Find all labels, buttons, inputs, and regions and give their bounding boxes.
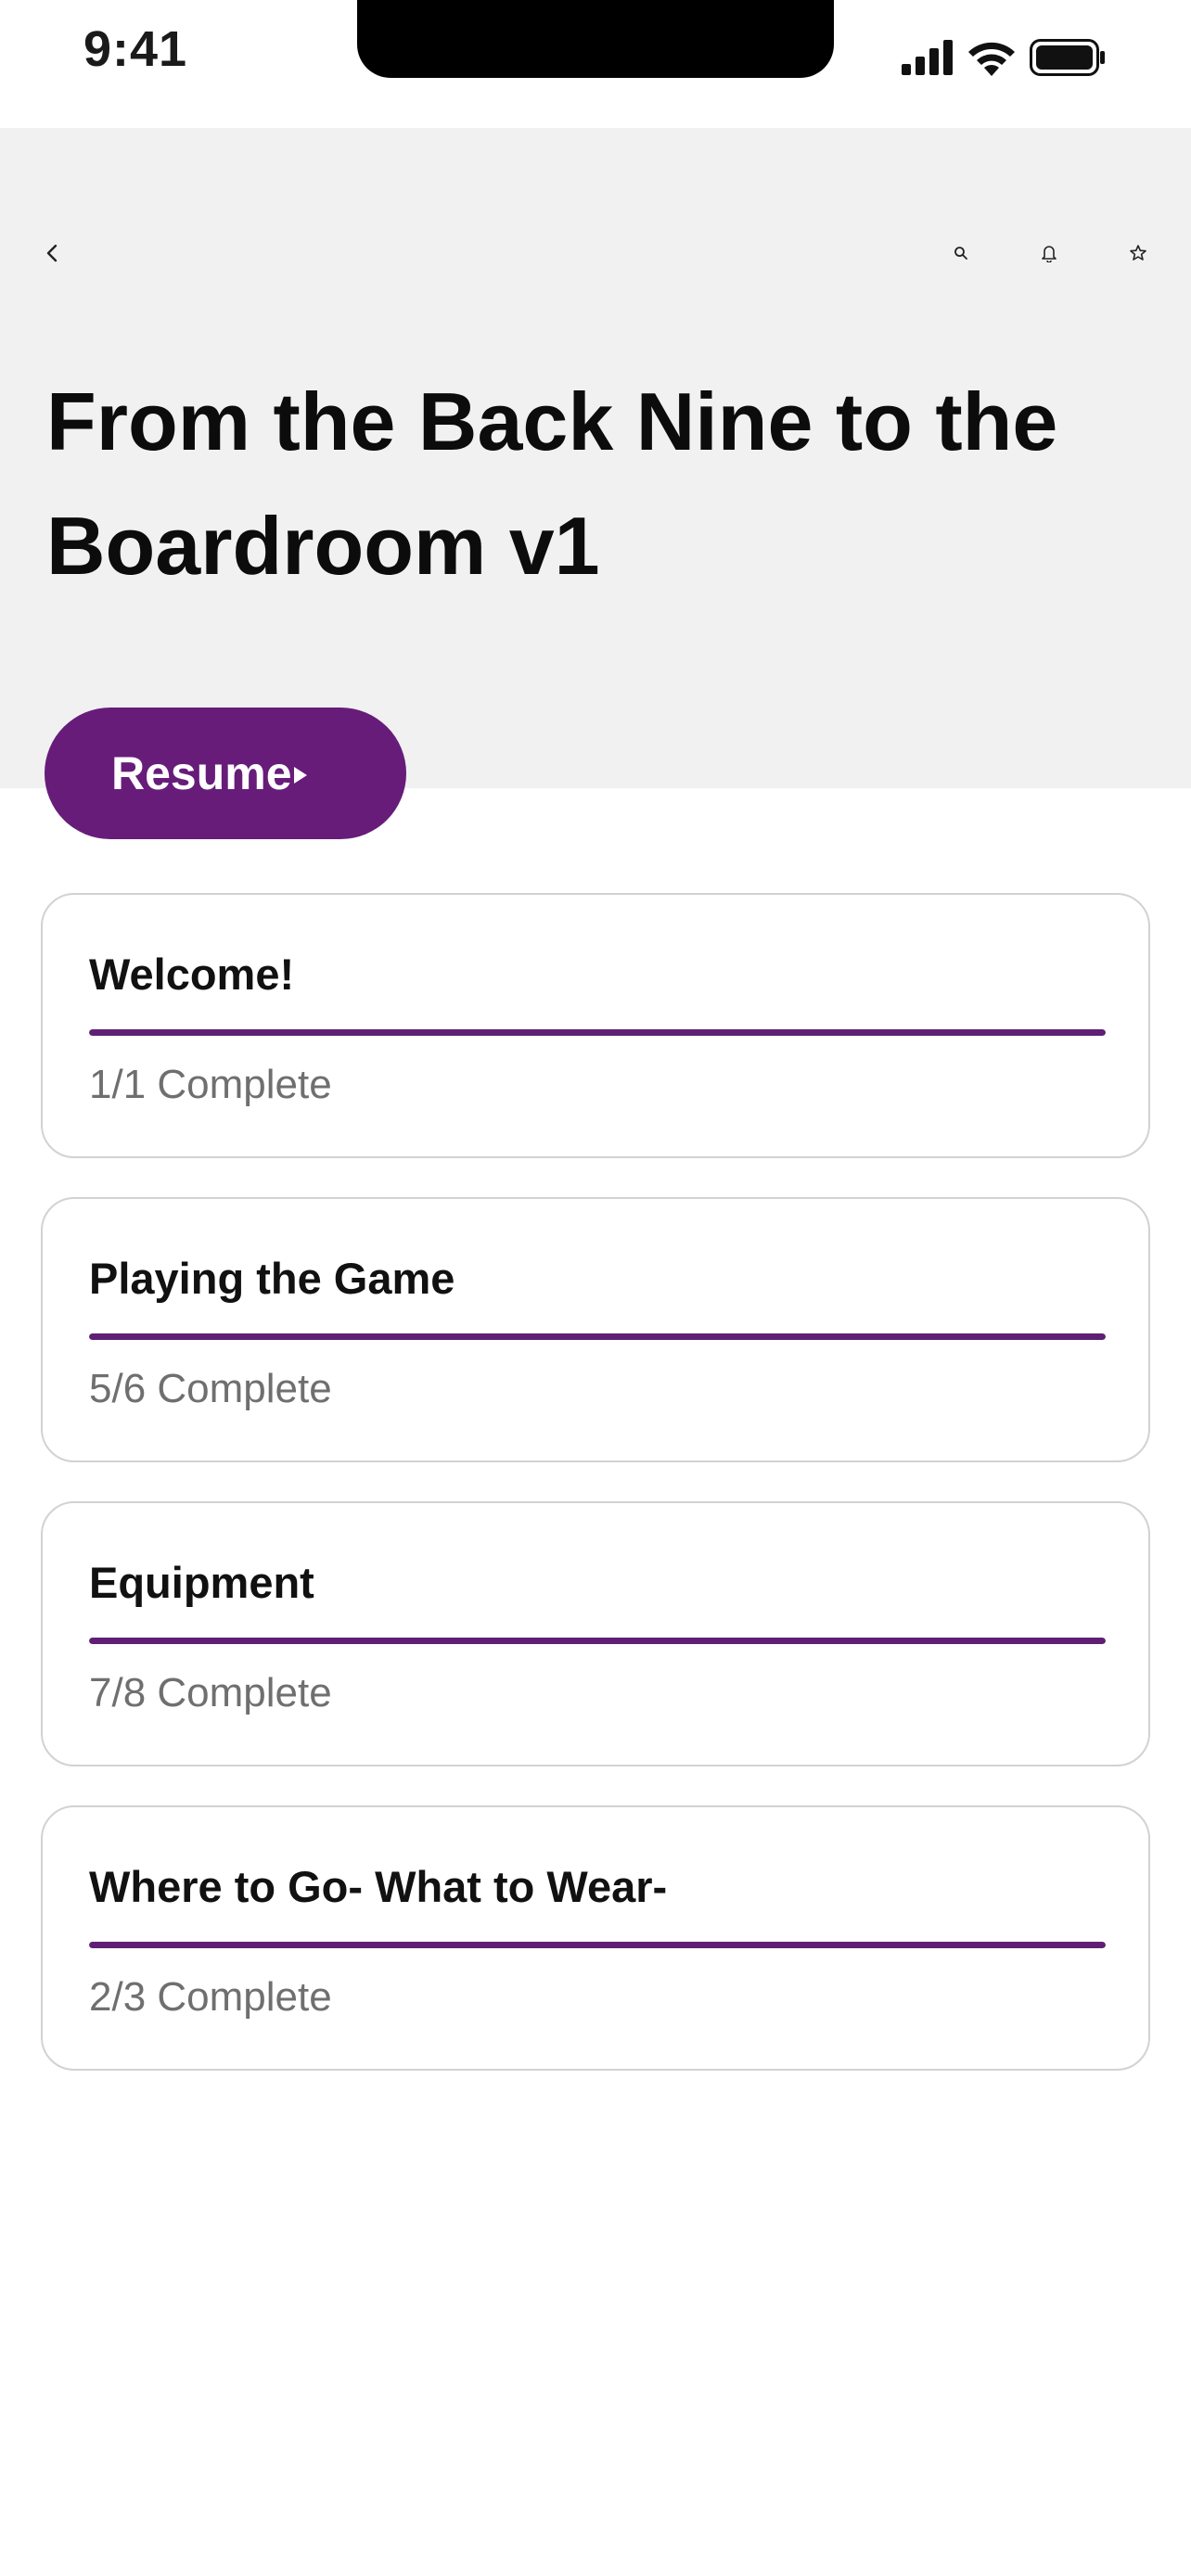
wifi-icon [968, 42, 1015, 76]
back-button[interactable] [38, 239, 66, 267]
module-progress-bar [89, 1942, 1106, 1948]
module-title: Welcome! [89, 950, 295, 999]
module-progress-fill [89, 1029, 1106, 1036]
module-progress-bar [89, 1333, 1106, 1340]
bell-icon [1042, 246, 1057, 262]
star-icon [1130, 245, 1146, 261]
device-notch [357, 0, 834, 78]
module-title: Playing the Game [89, 1254, 455, 1303]
module-list: Welcome! 1/1 Complete Playing the Game 5… [41, 893, 1150, 2110]
module-card[interactable]: Playing the Game 5/6 Complete [41, 1197, 1150, 1462]
module-progress-fill [89, 1638, 1106, 1644]
page-title: From the Back Nine to the Boardroom v1 [46, 376, 1058, 592]
status-bar: 9:41 [0, 0, 1191, 128]
module-status: 2/3 Complete [89, 1974, 332, 2020]
module-status: 1/1 Complete [89, 1062, 332, 1107]
module-title: Where to Go- What to Wear- [89, 1862, 668, 1911]
cellular-signal-icon [902, 40, 953, 75]
notifications-button[interactable] [1035, 239, 1063, 267]
module-card[interactable]: Equipment 7/8 Complete [41, 1501, 1150, 1766]
module-card[interactable]: Welcome! 1/1 Complete [41, 893, 1150, 1158]
status-time: 9:41 [83, 21, 188, 77]
play-icon [293, 767, 307, 784]
search-icon [954, 247, 967, 260]
status-icons [902, 37, 1106, 78]
module-status: 5/6 Complete [89, 1366, 332, 1411]
chevron-left-icon [46, 244, 58, 262]
resume-button-label: Resume [111, 747, 292, 799]
module-title: Equipment [89, 1558, 314, 1607]
battery-icon [1030, 39, 1105, 76]
favorite-button[interactable] [1124, 239, 1152, 267]
search-button[interactable] [947, 239, 975, 267]
module-progress-bar [89, 1638, 1106, 1644]
module-progress-bar [89, 1029, 1106, 1036]
module-card[interactable]: Where to Go- What to Wear- 2/3 Complete [41, 1805, 1150, 2071]
module-progress-fill [89, 1333, 1106, 1340]
module-status: 7/8 Complete [89, 1670, 332, 1715]
module-progress-fill [89, 1942, 1106, 1948]
resume-button[interactable]: Resume [45, 708, 406, 839]
